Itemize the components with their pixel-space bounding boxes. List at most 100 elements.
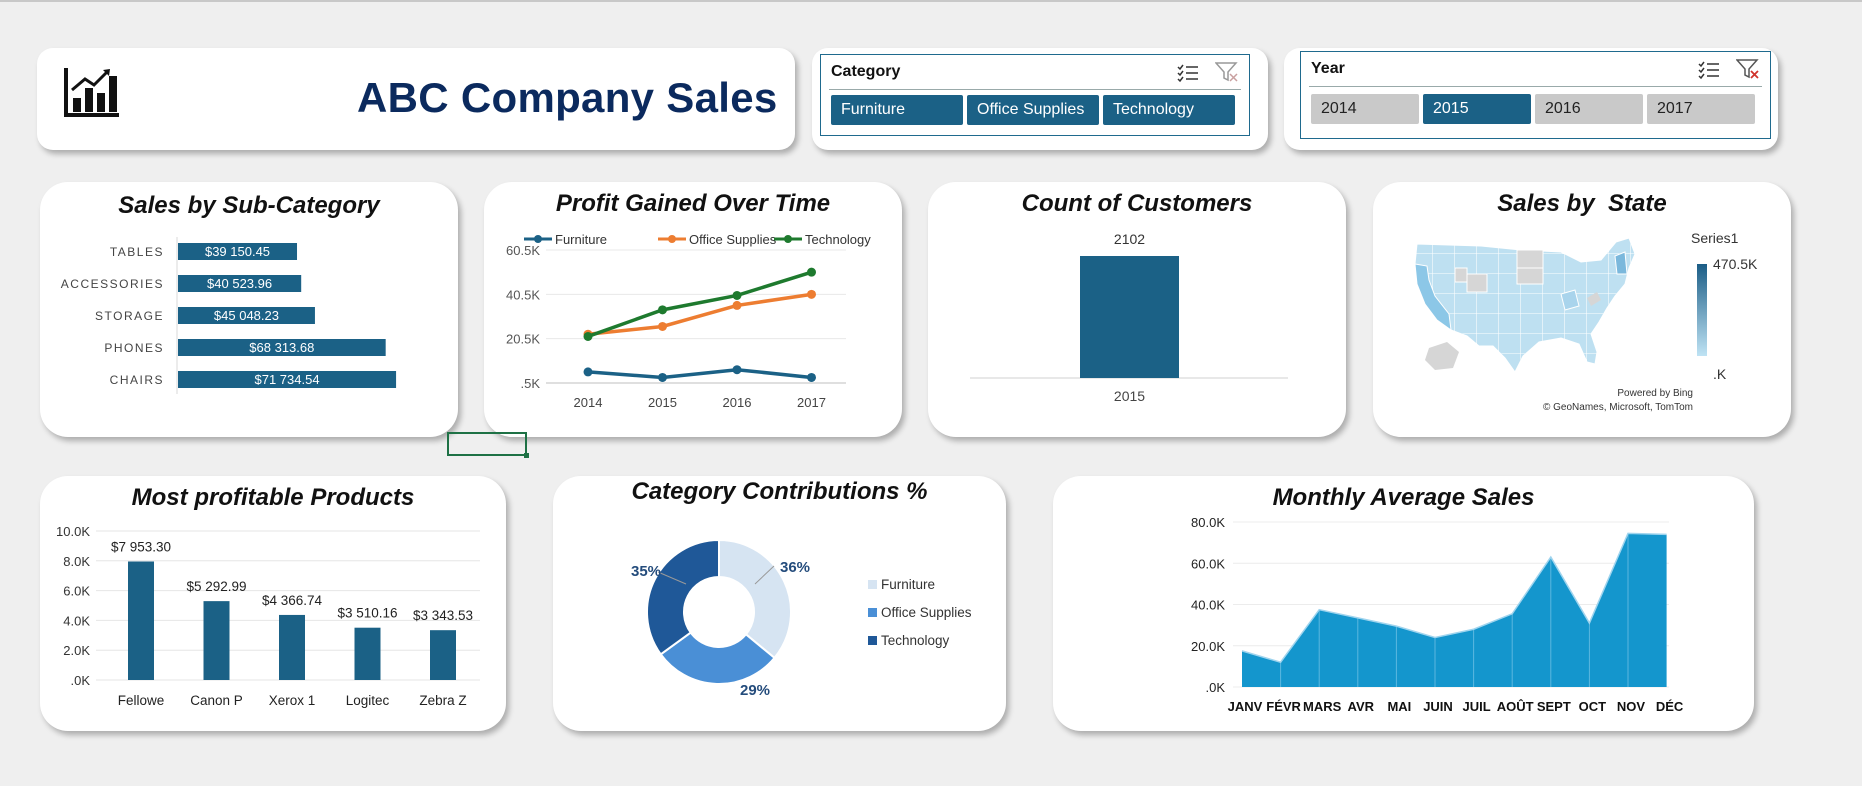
- y-tick-label: 80.0K: [1191, 515, 1225, 530]
- category-slicer: Category Furniture Office Supplies Techn…: [820, 54, 1250, 136]
- profit-line-chart: .5K 20.5K 40.5K 60.5K 2014 2015 2016 2017 Furnit…: [506, 232, 871, 410]
- profit-chart-card[interactable]: Profit Gained Over Time .5K 20.5K 40.5K 60.…: [484, 182, 902, 437]
- multi-select-icon[interactable]: [1177, 63, 1199, 83]
- bar: [1080, 256, 1179, 378]
- x-tick-label: MARS: [1303, 699, 1342, 714]
- subcategory-chart-card[interactable]: Sales by Sub-Category TABLES $39 150.45 AC…: [40, 182, 458, 437]
- x-tick-label: JANV: [1228, 699, 1263, 714]
- x-tick-label: FÉVR: [1266, 699, 1301, 714]
- customers-chart-card[interactable]: Count of Customers 2102 2015: [928, 182, 1346, 437]
- x-tick-label: DÉC: [1656, 699, 1684, 714]
- legend-label: Office Supplies: [689, 232, 777, 247]
- legend-item-furniture: Furniture: [868, 577, 935, 592]
- data-label: $3 343.53: [413, 608, 473, 623]
- category-option-technology[interactable]: Technology: [1103, 95, 1235, 125]
- bar: [354, 627, 381, 680]
- data-label: 29%: [740, 682, 770, 699]
- data-point: [732, 300, 742, 310]
- data-point: [807, 372, 816, 382]
- category-slicer-card: Category Furniture Office Supplies Techn…: [812, 48, 1268, 150]
- x-tick-label: 2017: [797, 395, 826, 410]
- x-tick-label: MAI: [1387, 699, 1411, 714]
- data-label: $3 510.16: [337, 606, 397, 621]
- legend-marker: [534, 235, 542, 243]
- data-point: [583, 367, 593, 377]
- category-label: CHAIRS: [110, 373, 164, 387]
- data-label: $7 953.30: [111, 539, 171, 554]
- legend-swatch: [868, 608, 877, 617]
- year-option-2015[interactable]: 2015: [1423, 94, 1531, 124]
- data-point: [658, 372, 667, 382]
- y-tick-label: 4.0K: [63, 613, 90, 628]
- x-tick-label: Fellowe: [118, 693, 165, 708]
- clear-filter-icon[interactable]: [1736, 58, 1760, 80]
- y-tick-label: .0K: [1205, 680, 1225, 695]
- data-point: [732, 290, 742, 300]
- year-option-2016[interactable]: 2016: [1535, 94, 1643, 124]
- map-legend-min: .K: [1713, 366, 1727, 382]
- y-tick-label: 40.0K: [1191, 598, 1225, 613]
- x-tick-label: 2016: [723, 395, 752, 410]
- chart-title: Sales by State: [1497, 190, 1667, 217]
- y-tick-label: .5K: [520, 376, 540, 391]
- monthly-chart-card[interactable]: Monthly Average Sales .0K 20.0K 40.0K 60.0K…: [1053, 476, 1754, 731]
- map-legend-gradient: [1697, 264, 1707, 356]
- data-point: [583, 331, 593, 341]
- x-tick-label: SEPT: [1537, 699, 1571, 714]
- y-tick-label: 10.0K: [56, 524, 90, 539]
- year-slicer-card: Year 2014 2015 2016 2017: [1284, 48, 1778, 150]
- data-label: $4 366.74: [262, 593, 323, 608]
- legend-marker: [668, 235, 676, 243]
- top-border: [0, 0, 1862, 2]
- x-tick-label: AOÛT: [1497, 699, 1534, 714]
- map-credit-bing: Powered by Bing: [1617, 388, 1693, 399]
- data-point: [807, 267, 816, 277]
- map-legend-title: Series1: [1691, 230, 1739, 246]
- map-credit-geonames: © GeoNames, Microsoft, TomTom: [1543, 402, 1693, 413]
- selected-cell[interactable]: [447, 432, 529, 458]
- legend-label: Furniture: [881, 577, 936, 592]
- y-tick-label: 60.0K: [1191, 556, 1225, 571]
- category-option-furniture[interactable]: Furniture: [831, 95, 963, 125]
- legend-label: Furniture: [555, 232, 607, 247]
- year-slicer-title: Year: [1311, 60, 1345, 77]
- year-option-2017[interactable]: 2017: [1647, 94, 1755, 124]
- data-label: $39 150.45: [205, 244, 270, 259]
- legend-swatch: [868, 636, 877, 645]
- legend-label: Office Supplies: [881, 605, 972, 620]
- area-fill: [1242, 533, 1667, 687]
- series-line: [587, 270, 813, 339]
- data-point: [658, 321, 667, 331]
- data-label: 35%: [631, 563, 661, 580]
- year-slicer: Year 2014 2015 2016 2017: [1300, 51, 1771, 139]
- multi-select-icon[interactable]: [1698, 60, 1720, 80]
- donut-slice: [646, 538, 720, 656]
- map-legend-max: 470.5K: [1713, 256, 1758, 272]
- x-tick-label: Canon P: [190, 693, 243, 708]
- x-tick-label: JUIN: [1423, 699, 1453, 714]
- y-tick-label: 40.5K: [506, 287, 540, 302]
- y-tick-label: 20.0K: [1191, 639, 1225, 654]
- products-bar-chart: .0K 2.0K 4.0K 6.0K 8.0K 10.0K $7 953.30 Fellowe…: [56, 524, 480, 708]
- year-option-2014[interactable]: 2014: [1311, 94, 1419, 124]
- customers-bar-chart: 2102 2015: [970, 231, 1288, 404]
- series-line: [587, 292, 812, 336]
- clear-filter-icon[interactable]: [1215, 61, 1239, 83]
- x-tick-label: 2015: [1114, 388, 1145, 404]
- contributions-donut-chart: 36% 29% 35%: [631, 538, 810, 699]
- legend-item-office-supplies: Office Supplies: [868, 605, 972, 620]
- legend-item-technology: Technology: [868, 633, 949, 648]
- contributions-chart-card[interactable]: Category Contributions % 36% 29% 35% Furni…: [553, 476, 1006, 731]
- series-line: [587, 367, 812, 380]
- y-tick-label: 60.5K: [506, 243, 540, 258]
- y-tick-label: 20.5K: [506, 332, 540, 347]
- category-option-office-supplies[interactable]: Office Supplies: [967, 95, 1099, 125]
- products-chart-card[interactable]: Most profitable Products .0K 2.0K 4.0K 6.0K…: [40, 476, 506, 731]
- data-label: $40 523.96: [207, 276, 272, 291]
- x-tick-label: Zebra Z: [419, 693, 466, 708]
- subcategory-bar-chart: TABLES $39 150.45 ACCESSORIES $40 523.96 STO…: [61, 237, 397, 394]
- state-map-card[interactable]: Sales by State Series1 470.5K .K Powered…: [1373, 182, 1791, 437]
- bar: [279, 614, 305, 680]
- slicer-divider: [1309, 86, 1762, 87]
- category-slicer-title: Category: [831, 63, 901, 80]
